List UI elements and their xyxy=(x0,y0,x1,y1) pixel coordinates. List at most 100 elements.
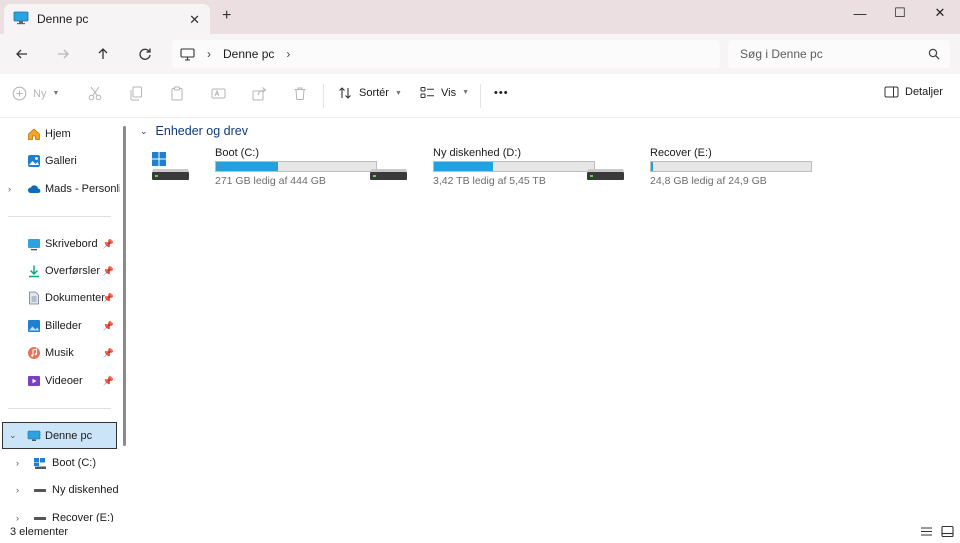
content-pane: ⌄ Enheder og drev Boot (C:) 271 GB ledig… xyxy=(132,118,960,522)
chevron-right-icon[interactable]: › xyxy=(16,458,19,468)
drive-free-space: 271 GB ledig af 444 GB xyxy=(215,175,326,187)
navigation-pane: Hjem Galleri › Mads - Personlig Skrivebo… xyxy=(0,118,120,522)
sidebar-item-denne-pc[interactable]: ⌄ Denne pc xyxy=(2,422,117,449)
refresh-icon xyxy=(139,48,151,60)
drive-tile[interactable]: Ny diskenhed (D:) 3,42 TB ledig af 5,45 … xyxy=(370,146,595,188)
details-view-icon[interactable] xyxy=(920,525,933,538)
status-bar: 3 elementer xyxy=(0,522,960,543)
chevron-down-icon[interactable]: ⌄ xyxy=(9,430,17,441)
drive-tile[interactable]: Recover (E:) 24,8 GB ledig af 24,9 GB xyxy=(587,146,812,188)
sidebar-item-label: Mads - Personlig xyxy=(45,183,120,195)
paste-button[interactable] xyxy=(170,86,184,101)
toolbar-divider xyxy=(480,84,481,108)
share-icon xyxy=(252,87,267,101)
sidebar-item-dokumenter[interactable]: Dokumenter 📌 xyxy=(0,286,118,310)
sort-icon xyxy=(339,87,351,99)
new-label: Ny xyxy=(33,87,47,100)
monitor-icon xyxy=(180,47,195,61)
sidebar-item-label: Denne pc xyxy=(45,429,93,442)
delete-button[interactable] xyxy=(293,86,307,101)
tiles-view-icon[interactable] xyxy=(941,525,954,538)
drive-usage-bar xyxy=(215,161,377,172)
sidebar-item-label: Ny diskenhed xyxy=(52,484,119,496)
view-toggle xyxy=(920,525,954,538)
sidebar-item-musik[interactable]: Musik 📌 xyxy=(0,341,118,365)
clipboard-icon xyxy=(171,86,183,101)
hard-drive-icon xyxy=(34,489,46,492)
videos-icon xyxy=(28,376,40,386)
sidebar-item-billeder[interactable]: Billeder 📌 xyxy=(0,314,118,338)
refresh-button[interactable] xyxy=(135,44,155,64)
close-window-button[interactable]: ✕ xyxy=(920,0,960,26)
desktop-icon xyxy=(28,239,40,251)
details-label: Detaljer xyxy=(905,86,943,98)
sidebar-item-label: Skrivebord xyxy=(45,238,98,250)
chevron-right-icon[interactable]: › xyxy=(286,47,290,61)
pin-icon[interactable]: 📌 xyxy=(103,348,114,359)
group-header-devices[interactable]: ⌄ Enheder og drev xyxy=(140,124,248,138)
copy-button[interactable] xyxy=(129,86,143,101)
chevron-down-icon[interactable]: ⌄ xyxy=(140,126,148,137)
breadcrumb-denne-pc[interactable]: Denne pc xyxy=(223,47,274,61)
address-bar[interactable]: › Denne pc › xyxy=(172,40,720,68)
command-bar: Ny ▼ Sortér ▼ Vis ▼ ••• Detaljer xyxy=(0,74,960,118)
pin-icon[interactable]: 📌 xyxy=(103,321,114,332)
tab-denne-pc[interactable]: Denne pc ✕ xyxy=(4,4,210,34)
details-button[interactable]: Detaljer xyxy=(884,86,943,98)
chevron-right-icon[interactable]: › xyxy=(207,47,211,61)
tab-title: Denne pc xyxy=(37,12,89,26)
share-button[interactable] xyxy=(252,86,267,101)
close-tab-icon[interactable]: ✕ xyxy=(189,12,200,28)
search-input[interactable]: Søg i Denne pc xyxy=(728,40,950,68)
sidebar-item-onedrive[interactable]: › Mads - Personlig xyxy=(0,177,120,201)
sidebar-item-overforsler[interactable]: Overførsler 📌 xyxy=(0,259,118,283)
group-title: Enheder og drev xyxy=(155,124,248,138)
up-button[interactable] xyxy=(93,44,113,64)
rename-button[interactable] xyxy=(211,86,226,101)
chevron-right-icon[interactable]: › xyxy=(16,513,19,522)
sidebar-item-ny-diskenhed[interactable]: › Ny diskenhed xyxy=(0,478,119,502)
rename-icon xyxy=(211,88,226,99)
pin-icon[interactable]: 📌 xyxy=(103,239,114,250)
forward-button[interactable] xyxy=(53,44,73,64)
hard-drive-icon xyxy=(370,169,407,180)
view-button[interactable]: Vis ▼ xyxy=(420,86,469,99)
sidebar-item-recover-e[interactable]: › Recover (E:) xyxy=(0,506,118,522)
sidebar-item-galleri[interactable]: Galleri xyxy=(0,149,118,173)
pin-icon[interactable]: 📌 xyxy=(103,266,114,277)
sort-button[interactable]: Sortér ▼ xyxy=(338,86,402,100)
drive-usage-fill xyxy=(434,162,494,171)
arrow-right-icon xyxy=(58,49,69,59)
sidebar-item-skrivebord[interactable]: Skrivebord 📌 xyxy=(0,232,118,256)
drive-usage-bar xyxy=(433,161,595,172)
sidebar-item-boot-c[interactable]: › Boot (C:) xyxy=(0,451,118,475)
trash-icon xyxy=(294,87,306,100)
chevron-right-icon[interactable]: › xyxy=(16,485,19,495)
navigation-scrollbar[interactable] xyxy=(120,118,130,522)
monitor-icon xyxy=(27,430,41,441)
more-options-button[interactable]: ••• xyxy=(494,87,509,99)
sidebar-item-videoer[interactable]: Videoer 📌 xyxy=(0,369,118,393)
pictures-icon xyxy=(28,320,40,332)
back-button[interactable] xyxy=(12,44,32,64)
hard-drive-icon xyxy=(587,169,624,180)
pin-icon[interactable]: 📌 xyxy=(103,293,114,304)
new-button[interactable]: Ny ▼ xyxy=(12,86,59,101)
view-label: Vis xyxy=(441,86,457,99)
drive-tile[interactable]: Boot (C:) 271 GB ledig af 444 GB xyxy=(152,146,377,188)
download-icon xyxy=(29,265,39,278)
sidebar-item-hjem[interactable]: Hjem xyxy=(0,122,118,146)
new-tab-button[interactable]: + xyxy=(222,8,231,24)
onedrive-cloud-icon xyxy=(27,185,41,193)
pin-icon[interactable]: 📌 xyxy=(103,376,114,387)
scrollbar-thumb[interactable] xyxy=(123,126,126,446)
home-icon xyxy=(28,128,40,140)
minimize-button[interactable]: — xyxy=(840,0,880,26)
windows-drive-icon xyxy=(34,458,46,469)
arrow-up-icon xyxy=(98,48,108,59)
cut-button[interactable] xyxy=(88,86,102,101)
maximize-button[interactable]: ☐ xyxy=(880,0,920,26)
sidebar-item-label: Billeder xyxy=(45,320,82,332)
drive-name: Ny diskenhed (D:) xyxy=(433,147,522,159)
chevron-right-icon[interactable]: › xyxy=(8,184,11,194)
